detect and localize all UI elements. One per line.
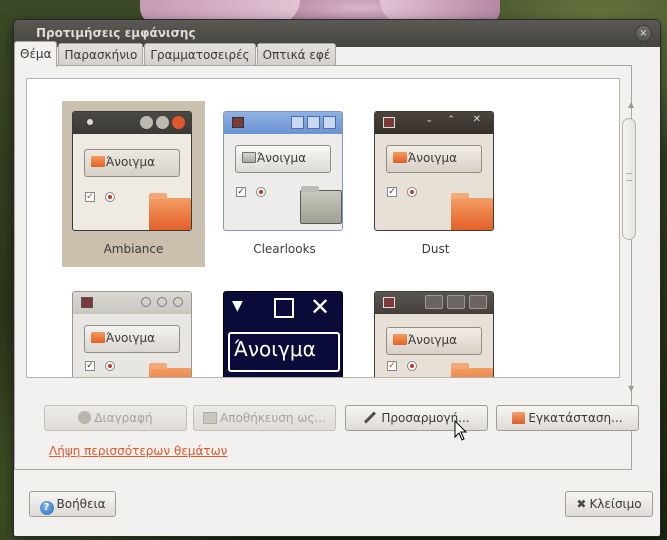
folder-icon [300, 186, 342, 224]
close-icon: ✖ [576, 497, 587, 511]
radio-icon [256, 187, 266, 197]
grip-icon [626, 173, 632, 181]
preview-open-button: Άνοιγμα [386, 145, 482, 173]
radio-icon [105, 192, 115, 202]
theme-item-contrast[interactable]: ▼ ✕ Άνοιγμα [213, 291, 356, 377]
preview-titlebar: ▼ ✕ [224, 292, 342, 326]
theme-item-grey[interactable]: Άνοιγμα ✓ [62, 291, 205, 377]
theme-name: Ambiance [103, 242, 164, 256]
checkbox-icon: ✓ [85, 361, 95, 371]
checkbox-icon: ✓ [236, 187, 246, 197]
scrollbar-thumb[interactable] [622, 118, 636, 240]
checkbox-icon: ✓ [387, 361, 397, 371]
mouse-cursor-icon [454, 420, 468, 441]
preview-open-button: Άνοιγμα [386, 327, 482, 355]
preview-titlebar [224, 112, 342, 134]
checkbox-icon: ✓ [387, 187, 397, 197]
folder-icon [451, 363, 493, 377]
theme-preview: Άνοιγμα ✓ [72, 291, 192, 377]
tab-visual-effects[interactable]: Οπτικά εφέ [256, 43, 337, 67]
help-button[interactable]: ? Βοήθεια [29, 491, 116, 517]
save-as-button[interactable]: Αποθήκευση ως... [193, 405, 336, 431]
theme-item-ambiance[interactable]: Άνοιγμα ✓ Ambiance [62, 101, 205, 267]
tab-fonts[interactable]: Γραμματοσειρές [144, 43, 256, 67]
preview-open-button: Άνοιγμα [84, 325, 180, 353]
preview-titlebar: ⌄ ⌃ ✕ [375, 112, 493, 134]
preview-open-button: Άνοιγμα [228, 332, 340, 372]
theme-preview: ▼ ✕ Άνοιγμα [223, 291, 343, 377]
folder-icon [451, 193, 493, 230]
close-icon: × [639, 28, 648, 39]
brush-icon [364, 411, 377, 424]
theme-preview: Άνοιγμα ✓ [374, 291, 494, 377]
preview-titlebar [73, 112, 191, 134]
close-button[interactable]: ✖ Κλείσιμο [565, 491, 653, 517]
folder-icon [242, 152, 256, 163]
folder-icon [393, 152, 407, 163]
folder-icon [393, 334, 407, 345]
theme-name: Dust [421, 242, 450, 256]
folder-icon [91, 156, 105, 167]
radio-icon [407, 361, 417, 371]
folder-icon [91, 332, 105, 343]
tab-theme[interactable]: Θέμα [14, 41, 58, 67]
theme-preview: ⌄ ⌃ ✕ Άνοιγμα ✓ [374, 111, 494, 231]
package-icon [512, 412, 526, 424]
folder-icon [149, 193, 191, 230]
theme-item-clearlooks[interactable]: Άνοιγμα ✓ Clearlooks [213, 101, 356, 267]
preview-open-button: Άνοιγμα [235, 145, 331, 173]
save-icon [203, 412, 218, 424]
tab-bar: Θέμα Παρασκήνιο Γραμματοσειρές Οπτικά εφ… [14, 41, 337, 67]
delete-icon [78, 411, 92, 424]
radio-icon [407, 187, 417, 197]
help-icon: ? [39, 501, 54, 515]
window-title: Προτιμήσεις εμφάνισης [36, 26, 196, 40]
theme-list[interactable]: Άνοιγμα ✓ Ambiance Άνοιγμα ✓ Clearlooks [26, 78, 620, 378]
theme-preview: Άνοιγμα ✓ [72, 111, 192, 231]
tab-background[interactable]: Παρασκήνιο [58, 43, 144, 67]
theme-item-dust[interactable]: ⌄ ⌃ ✕ Άνοιγμα ✓ Dust [364, 101, 507, 267]
more-themes-link[interactable]: Λήψη περισσότερων θεμάτων [49, 444, 227, 458]
checkbox-icon: ✓ [85, 192, 95, 202]
preview-titlebar [73, 292, 191, 314]
preview-open-button: Άνοιγμα [84, 149, 180, 177]
install-button[interactable]: Εγκατάσταση... [496, 405, 639, 431]
folder-icon [149, 363, 191, 377]
scroll-down-arrow-icon[interactable]: ▼ [628, 384, 634, 393]
scroll-up-arrow-icon[interactable]: ▲ [628, 100, 634, 109]
preview-titlebar [375, 292, 493, 314]
theme-preview: Άνοιγμα ✓ [223, 111, 343, 231]
delete-button[interactable]: Διαγραφή [44, 405, 187, 431]
radio-icon [105, 361, 115, 371]
theme-item-dust-variant[interactable]: Άνοιγμα ✓ [364, 291, 507, 377]
window-close-button[interactable]: × [635, 25, 652, 42]
theme-name: Clearlooks [253, 242, 316, 256]
